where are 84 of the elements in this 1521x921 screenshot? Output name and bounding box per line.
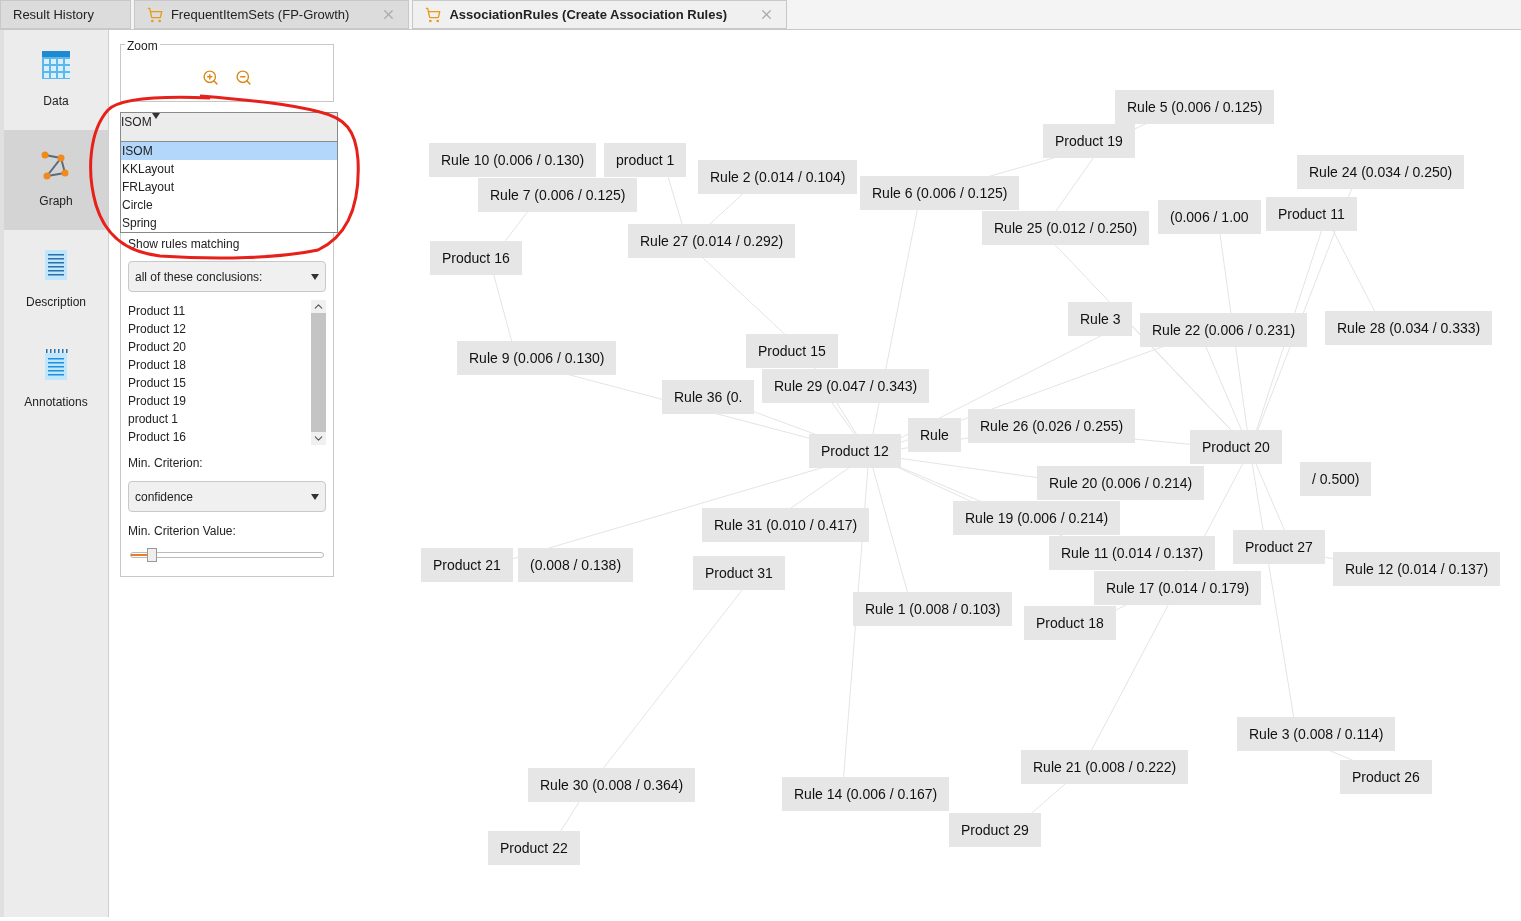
zoom-in-icon[interactable] <box>202 68 219 86</box>
dropdown-arrow-icon <box>311 273 319 280</box>
graph-node[interactable]: Product 29 <box>949 813 1041 847</box>
graph-node[interactable]: Rule 27 (0.014 / 0.292) <box>628 224 796 258</box>
graph-node[interactable]: Rule 36 (0. <box>662 380 755 414</box>
graph-node[interactable]: Product 21 <box>421 548 513 582</box>
graph-node[interactable]: Rule 29 (0.047 / 0.343) <box>762 369 930 403</box>
graph-node[interactable]: Rule 12 (0.014 / 0.137) <box>1333 552 1501 586</box>
graph-node[interactable]: Rule 17 (0.014 / 0.179) <box>1094 571 1262 605</box>
cart-icon <box>425 6 442 23</box>
dropdown-arrow-icon <box>151 113 160 119</box>
mode-dropdown[interactable]: all of these conclusions: <box>128 261 326 292</box>
graph-node[interactable]: / 0.500) <box>1300 462 1372 496</box>
dropdown-arrow-icon <box>311 493 319 500</box>
graph-node[interactable]: Rule 3 <box>1068 302 1133 336</box>
graph-node[interactable]: Rule 20 (0.006 / 0.214) <box>1037 466 1205 500</box>
table-icon <box>41 50 71 80</box>
graph-node[interactable]: product 1 <box>604 143 687 177</box>
graph-node[interactable]: Product 11 <box>1266 197 1357 231</box>
graph-node[interactable]: Rule 19 (0.006 / 0.214) <box>953 501 1121 535</box>
graph-node[interactable]: Product 20 <box>1190 430 1282 464</box>
graph-node[interactable]: Product 18 <box>1024 606 1116 640</box>
layout-dropdown[interactable]: ISOM <box>120 112 338 142</box>
graph-node[interactable]: (0.006 / 1.00 <box>1158 200 1261 234</box>
graph-node[interactable]: Product 26 <box>1340 760 1432 794</box>
list-item[interactable]: Product 19 <box>128 392 311 410</box>
zoom-out-icon[interactable] <box>235 68 252 86</box>
graph-node[interactable]: Product 22 <box>488 831 580 865</box>
scrollbar[interactable] <box>311 300 326 445</box>
graph-node[interactable]: Rule 26 (0.026 / 0.255) <box>968 409 1136 443</box>
graph-node[interactable]: Product 27 <box>1233 530 1325 564</box>
list-item[interactable]: Product 11 <box>128 302 311 320</box>
graph-node[interactable]: Rule 30 (0.008 / 0.364) <box>528 768 696 802</box>
dropdown-option[interactable]: FRLayout <box>121 178 337 196</box>
list-item[interactable]: Product 15 <box>128 374 311 392</box>
graph-node[interactable]: Rule 9 (0.006 / 0.130) <box>457 341 617 375</box>
view-tab[interactable]: Description <box>4 230 108 330</box>
list-item[interactable]: product 1 <box>128 410 311 428</box>
graph-node[interactable]: Product 12 <box>809 434 901 468</box>
list-item[interactable]: Product 18 <box>128 356 311 374</box>
dropdown-option[interactable]: Spring <box>121 214 337 232</box>
view-tab[interactable]: Data <box>4 30 108 130</box>
view-tab[interactable]: Annotations <box>4 330 108 430</box>
graph-node[interactable]: Product 31 <box>693 556 785 590</box>
view-tab[interactable]: Graph <box>4 130 108 230</box>
tab[interactable]: AssociationRules (Create Association Rules) <box>412 0 788 29</box>
field-label: Min. Criterion Value: <box>128 523 237 540</box>
list-item[interactable]: Product 16 <box>128 428 311 446</box>
graph-node[interactable]: Rule 21 (0.008 / 0.222) <box>1021 750 1189 784</box>
graph-node[interactable]: Product 16 <box>430 241 522 275</box>
scroll-thumb[interactable] <box>311 313 326 432</box>
document-icon <box>43 249 69 281</box>
graph-node[interactable]: Rule 28 (0.034 / 0.333) <box>1325 311 1493 345</box>
graph-node[interactable]: Rule 7 (0.006 / 0.125) <box>478 178 638 212</box>
criterion-dropdown[interactable]: confidence <box>128 481 326 512</box>
graph-node[interactable]: Rule 25 (0.012 / 0.250) <box>982 211 1150 245</box>
graph-node[interactable]: Rule <box>908 418 961 452</box>
tab[interactable]: FrequentItemSets (FP-Growth) <box>133 0 410 29</box>
graph-node[interactable]: (0.008 / 0.138) <box>518 548 634 582</box>
graph-node[interactable]: Rule 22 (0.006 / 0.231) <box>1140 313 1308 347</box>
cart-icon <box>146 6 163 23</box>
list-item[interactable]: Product 20 <box>128 338 311 356</box>
dropdown-option[interactable]: KKLayout <box>121 160 337 178</box>
dropdown-option[interactable]: Circle <box>121 196 337 214</box>
dropdown-option[interactable]: ISOM <box>121 142 337 160</box>
notepad-icon <box>43 349 69 381</box>
list-item[interactable]: Product 12 <box>128 320 311 338</box>
graph-node[interactable]: Rule 3 (0.008 / 0.114) <box>1237 717 1396 751</box>
graph-icon <box>41 150 71 180</box>
graph-node[interactable]: Rule 24 (0.034 / 0.250) <box>1297 155 1465 189</box>
field-label: Min. Criterion: <box>128 455 204 472</box>
graph-node[interactable]: Rule 11 (0.014 / 0.137) <box>1049 536 1216 570</box>
slider-thumb[interactable] <box>147 548 158 562</box>
graph-node[interactable]: Rule 10 (0.006 / 0.130) <box>429 143 597 177</box>
graph-node[interactable]: Rule 2 (0.014 / 0.104) <box>698 160 858 194</box>
graph-node[interactable]: Rule 14 (0.006 / 0.167) <box>782 777 950 811</box>
tab[interactable]: Result History <box>0 0 131 29</box>
graph-node[interactable]: Rule 5 (0.006 / 0.125) <box>1115 90 1275 124</box>
graph-node[interactable]: Rule 6 (0.006 / 0.125) <box>860 176 1020 210</box>
graph-node[interactable]: Rule 1 (0.008 / 0.103) <box>853 592 1013 626</box>
graph-node[interactable]: Product 15 <box>746 334 838 368</box>
graph-node[interactable]: Rule 31 (0.010 / 0.417) <box>702 508 870 542</box>
section-label: Show rules matching <box>128 236 241 253</box>
graph-node[interactable]: Product 19 <box>1043 124 1135 158</box>
